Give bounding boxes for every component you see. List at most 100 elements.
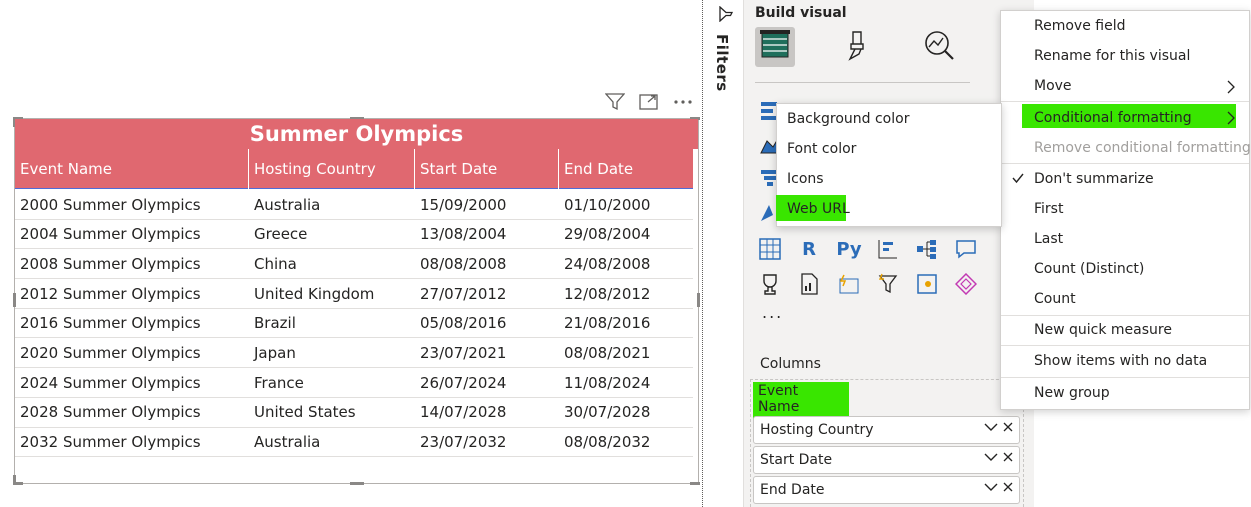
field-well-start-date[interactable]: Start Date	[753, 446, 1020, 474]
chevron-down-icon[interactable]	[983, 420, 999, 438]
narrative-icon[interactable]	[953, 271, 979, 297]
close-icon[interactable]	[1001, 480, 1015, 498]
table-row[interactable]: 2004 Summer Olympics Greece 13/08/2004 29/0…	[15, 220, 693, 250]
menu-item-new-group[interactable]: New group	[1034, 385, 1110, 401]
field-well-label: End Date	[760, 482, 825, 498]
cell-end-date: 12/08/2012	[564, 284, 651, 303]
cell-start-date: 23/07/2032	[420, 433, 507, 451]
resize-handle[interactable]	[697, 293, 700, 307]
cell-hosting-country: Greece	[254, 225, 308, 244]
pane-title: Build visual	[755, 5, 847, 21]
analytics-icon	[923, 29, 955, 65]
cell-event-name: 2028 Summer Olympics	[20, 403, 201, 422]
table-row[interactable]: 2028 Summer Olympics United States 14/07/2…	[15, 398, 693, 428]
table-title: Summer Olympics	[15, 119, 698, 149]
cell-start-date: 13/08/2004	[420, 225, 507, 244]
menu-item-first[interactable]: First	[1034, 201, 1063, 217]
filters-label[interactable]: Filters	[713, 34, 731, 92]
cell-event-name: 2032 Summer Olympics	[20, 433, 201, 451]
filter-icon[interactable]	[604, 92, 626, 112]
cell-end-date: 24/08/2008	[564, 254, 651, 273]
table-row[interactable]: 2020 Summer Olympics Japan 23/07/2021 08/08…	[15, 338, 693, 369]
build-table-icon	[760, 30, 790, 64]
python-icon[interactable]: Py	[836, 236, 862, 262]
paginated-report-icon[interactable]	[796, 271, 822, 297]
field-well-event-name[interactable]: Event Name	[753, 381, 1020, 419]
more-visuals-button[interactable]: ...	[762, 303, 783, 322]
filter-funnel-icon[interactable]	[717, 5, 735, 26]
column-header-end-date[interactable]: End Date	[559, 149, 693, 189]
columns-well-label: Columns	[760, 356, 821, 372]
submenu-item-icons[interactable]: Icons	[787, 171, 824, 187]
menu-separator	[1001, 315, 1249, 316]
qna-icon[interactable]	[953, 236, 979, 262]
close-icon[interactable]	[1001, 420, 1015, 438]
azure-map-icon[interactable]	[914, 271, 940, 297]
power-automate-icon[interactable]	[875, 271, 901, 297]
resize-handle[interactable]	[13, 475, 16, 485]
key-influencers-icon[interactable]	[875, 236, 901, 262]
cell-end-date: 08/08/2032	[564, 433, 651, 451]
chevron-down-icon[interactable]	[983, 480, 999, 498]
menu-item-remove-conditional-formatting: Remove conditional formatting	[1034, 140, 1251, 156]
more-options-icon[interactable]	[672, 92, 694, 112]
menu-item-count[interactable]: Count	[1034, 291, 1076, 307]
cell-end-date: 21/08/2016	[564, 314, 651, 333]
table-row[interactable]: 2024 Summer Olympics France 26/07/2024 11/0…	[15, 368, 693, 398]
table-row[interactable]: 2016 Summer Olympics Brazil 05/08/2016 21/0…	[15, 309, 693, 339]
decomposition-tree-icon[interactable]	[914, 236, 940, 262]
cell-event-name: 2016 Summer Olympics	[20, 314, 201, 333]
pane-divider	[755, 82, 970, 83]
table-row[interactable]: 2008 Summer Olympics China 08/08/2008 24/08…	[15, 249, 693, 280]
column-header-event-name[interactable]: Event Name	[15, 149, 249, 189]
menu-item-remove-field[interactable]: Remove field	[1034, 18, 1125, 34]
resize-handle[interactable]	[690, 482, 700, 485]
close-icon[interactable]	[1001, 450, 1015, 468]
table-body: 2000 Summer Olympics Australia 15/09/2000 0…	[15, 190, 693, 458]
menu-item-new-quick-measure[interactable]: New quick measure	[1034, 322, 1172, 338]
resize-handle[interactable]	[350, 482, 364, 485]
format-visual-tab[interactable]	[838, 27, 878, 67]
menu-separator	[1001, 377, 1249, 378]
format-brush-icon	[843, 29, 873, 65]
field-well-label: Hosting Country	[760, 422, 874, 438]
table-visual-icon[interactable]	[757, 236, 783, 262]
cell-start-date: 14/07/2028	[420, 403, 507, 422]
submenu-item-web-url[interactable]: Web URL	[787, 201, 850, 217]
analytics-tab[interactable]	[919, 27, 959, 67]
chevron-down-icon[interactable]	[983, 450, 999, 468]
column-header-start-date[interactable]: Start Date	[415, 149, 559, 189]
cell-end-date: 08/08/2021	[564, 343, 651, 362]
cell-event-name: 2020 Summer Olympics	[20, 343, 201, 362]
menu-item-show-items-no-data[interactable]: Show items with no data	[1034, 353, 1207, 369]
cell-hosting-country: France	[254, 373, 304, 392]
column-header-hosting-country[interactable]: Hosting Country	[249, 149, 415, 189]
menu-item-conditional-formatting[interactable]: Conditional formatting	[1034, 110, 1192, 126]
cell-start-date: 05/08/2016	[420, 314, 507, 333]
build-visual-tab[interactable]	[755, 27, 795, 67]
goals-trophy-icon[interactable]	[757, 271, 783, 297]
table-row[interactable]: 2012 Summer Olympics United Kingdom 27/07/…	[15, 279, 693, 309]
field-well-end-date[interactable]: End Date	[753, 476, 1020, 504]
menu-item-rename[interactable]: Rename for this visual	[1034, 48, 1190, 64]
focus-mode-icon[interactable]	[638, 92, 660, 112]
r-script-icon[interactable]: R	[796, 236, 822, 262]
cell-hosting-country: Australia	[254, 433, 321, 451]
cell-hosting-country: China	[254, 254, 297, 273]
cell-event-name: 2012 Summer Olympics	[20, 284, 201, 303]
power-apps-icon[interactable]	[836, 271, 862, 297]
menu-item-count-distinct[interactable]: Count (Distinct)	[1034, 261, 1144, 277]
submenu-item-background-color[interactable]: Background color	[787, 111, 909, 127]
menu-item-last[interactable]: Last	[1034, 231, 1063, 247]
table-row[interactable]: 2000 Summer Olympics Australia 15/09/2000 0…	[15, 190, 693, 220]
cell-hosting-country: Australia	[254, 195, 321, 214]
table-row[interactable]: 2032 Summer Olympics Australia 23/07/2032 0…	[15, 428, 693, 458]
menu-item-move[interactable]: Move	[1034, 78, 1072, 94]
menu-item-dont-summarize[interactable]: Don't summarize	[1034, 171, 1154, 187]
chevron-right-icon	[1225, 79, 1237, 99]
checkmark-icon	[1011, 170, 1025, 189]
cell-end-date: 11/08/2024	[564, 373, 651, 392]
submenu-item-font-color[interactable]: Font color	[787, 141, 856, 157]
field-well-hosting-country[interactable]: Hosting Country	[753, 416, 1020, 444]
cell-start-date: 23/07/2021	[420, 343, 507, 362]
